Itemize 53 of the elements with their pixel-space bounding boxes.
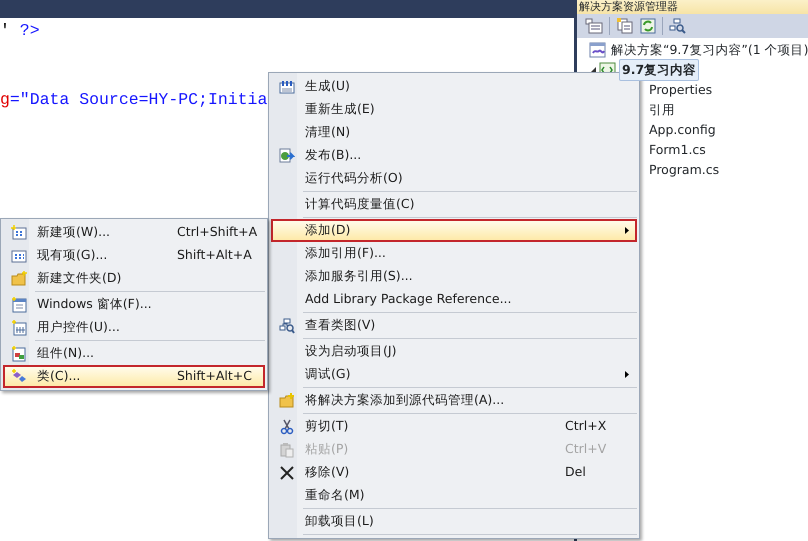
class-diagram-icon xyxy=(279,318,295,334)
menu-item[interactable]: 将解决方案添加到源代码管理(A)... xyxy=(271,389,637,412)
folder-add-icon xyxy=(279,392,295,408)
panel-title: 解决方案资源管理器 xyxy=(577,0,808,14)
menu-item[interactable]: 新建项(W)... Ctrl+Shift+A xyxy=(3,221,265,244)
menu-item[interactable]: 组件(N)... xyxy=(3,342,265,365)
menu-item[interactable]: Add Library Package Reference... xyxy=(271,288,637,311)
menu-item[interactable]: 添加服务引用(S)... xyxy=(271,265,637,288)
menu-item[interactable]: 新建文件夹(D) xyxy=(3,267,265,290)
properties-icon[interactable] xyxy=(585,18,603,34)
build-icon xyxy=(279,78,295,94)
tree-item[interactable]: App.config xyxy=(647,120,718,140)
publish-icon xyxy=(279,148,295,164)
menu-item[interactable]: 计算代码度量值(C) xyxy=(271,193,637,216)
menu-item[interactable]: 添加(D) xyxy=(271,219,637,242)
menu-item[interactable]: 运行代码分析(O) xyxy=(271,167,637,190)
tree-item[interactable]: 解决方案“9.7复习内容”(1 个项目) xyxy=(609,40,808,60)
menu-item[interactable]: Windows 窗体(F)... xyxy=(3,293,265,316)
menu-item[interactable]: 移除(V) Del xyxy=(271,461,637,484)
menu-item[interactable]: 发布(B)... xyxy=(271,144,637,167)
tree-item[interactable]: Form1.cs xyxy=(647,140,708,160)
menu-item[interactable]: 调试(G) xyxy=(271,363,637,386)
clipboard-icon xyxy=(279,442,295,458)
code-line: g="Data Source=HY-PC;Initia xyxy=(0,89,268,111)
menu-item[interactable]: 重新生成(E) xyxy=(271,98,637,121)
solution-icon xyxy=(589,42,606,58)
tree-item[interactable]: Program.cs xyxy=(647,160,722,180)
user-control-icon xyxy=(11,320,27,336)
menu-item[interactable]: 用户控件(U)... xyxy=(3,316,265,339)
form-icon xyxy=(11,296,27,312)
tree-item[interactable]: Properties xyxy=(647,80,714,100)
tree-item[interactable]: 引用 xyxy=(647,100,677,120)
new-item-icon xyxy=(11,224,27,240)
folder-icon xyxy=(11,270,27,286)
refresh-icon[interactable] xyxy=(640,18,656,34)
close-icon xyxy=(279,464,295,480)
menu-item[interactable]: 添加引用(F)... xyxy=(271,242,637,265)
menu-item[interactable]: 清理(N) xyxy=(271,121,637,144)
menu-item[interactable]: 重命名(M) xyxy=(271,484,637,507)
show-all-files-icon[interactable] xyxy=(616,18,634,34)
menu-item[interactable]: 设为启动项目(J) xyxy=(271,340,637,363)
scissors-icon xyxy=(279,418,295,434)
class-icon xyxy=(11,368,27,384)
code-line: ' ?> xyxy=(0,20,40,42)
menu-item[interactable]: 现有项(G)... Shift+Alt+A xyxy=(3,244,265,267)
menu-item[interactable]: 查看类图(V) xyxy=(271,314,637,337)
menu-item[interactable]: 卸载项目(L) xyxy=(271,510,637,533)
menu-item[interactable]: 剪切(T) Ctrl+X xyxy=(271,415,637,438)
menu-item[interactable]: 类(C)... Shift+Alt+C xyxy=(3,365,265,388)
component-icon xyxy=(11,346,27,362)
class-diagram-icon[interactable] xyxy=(669,18,687,34)
tree-item[interactable]: 9.7复习内容 xyxy=(619,58,700,82)
grid-icon xyxy=(11,248,27,264)
